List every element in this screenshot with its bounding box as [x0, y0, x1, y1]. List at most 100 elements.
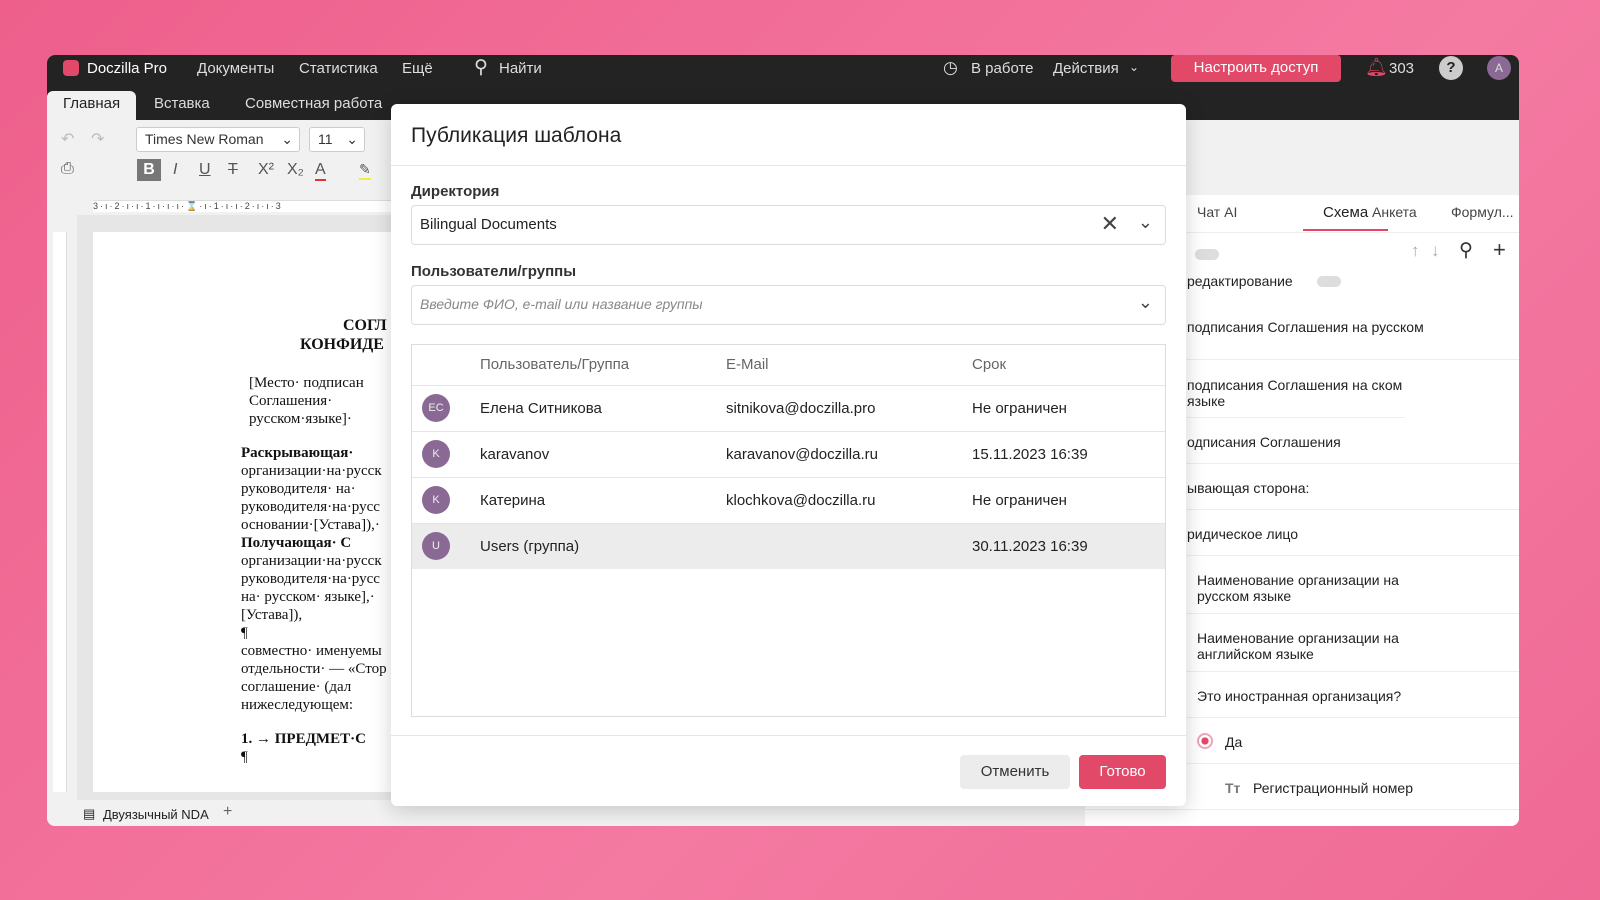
- subscript-button[interactable]: X₂: [287, 161, 304, 179]
- nav-more[interactable]: Ещё: [402, 60, 433, 77]
- arrow-up-icon[interactable]: ↑: [1411, 241, 1420, 261]
- add-icon[interactable]: +: [1493, 237, 1506, 263]
- font-select[interactable]: Times New Roman ⌄: [136, 127, 300, 152]
- redo-icon[interactable]: ↷: [91, 129, 104, 149]
- doc-line: основании·[Устава]),·: [241, 517, 380, 533]
- font-value: Times New Roman: [145, 131, 264, 147]
- term: 15.11.2023 16:39: [972, 446, 1088, 463]
- undo-icon[interactable]: ↶: [61, 129, 74, 149]
- size-select[interactable]: 11 ⌄: [309, 127, 365, 152]
- configure-access-button[interactable]: Настроить доступ: [1171, 55, 1341, 82]
- document-icon: ▤: [83, 806, 96, 821]
- text-type-icon: Tт: [1225, 780, 1241, 796]
- nav-documents[interactable]: Документы: [197, 60, 274, 77]
- directory-select[interactable]: Bilingual Documents ✕ ⌄: [411, 205, 1166, 245]
- tab-insert[interactable]: Вставка: [154, 95, 210, 112]
- horizontal-ruler[interactable]: 3·ı·2·ı·ı·1·ı·ı·ı·⌛·ı·1·ı·ı·2·ı·ı·3: [93, 200, 393, 212]
- done-button[interactable]: Готово: [1079, 755, 1166, 789]
- directory-label: Директория: [411, 183, 500, 200]
- user-name: karavanov: [480, 446, 550, 463]
- chevron-down-icon: ⌄: [346, 131, 358, 147]
- doc-line: 1. → ПРЕДМЕТ·С: [241, 731, 366, 747]
- user-email: klochkova@doczilla.ru: [726, 492, 876, 509]
- actions-menu[interactable]: Действия: [1053, 60, 1119, 77]
- size-value: 11: [318, 131, 333, 147]
- dialog-title: Публикация шаблона: [411, 124, 622, 147]
- divider: [391, 165, 1186, 166]
- add-tab-icon[interactable]: +: [223, 803, 232, 821]
- bold-button[interactable]: B: [137, 159, 161, 181]
- vertical-ruler[interactable]: [53, 232, 67, 792]
- search-icon[interactable]: ⚲: [474, 56, 488, 79]
- cancel-button[interactable]: Отменить: [960, 755, 1070, 789]
- clear-icon[interactable]: ✕: [1101, 211, 1119, 237]
- print-icon[interactable]: ⎙: [61, 160, 74, 178]
- doc-line: организации·на·русск: [241, 463, 382, 479]
- column-header[interactable]: Срок: [972, 345, 1006, 385]
- user-name: Users (группа): [480, 538, 580, 555]
- publish-template-dialog: Публикация шаблона Директория Bilingual …: [391, 104, 1186, 806]
- doc-line: ¶: [241, 625, 248, 641]
- doc-line: отдельности· — «Стор: [241, 661, 387, 677]
- strikethrough-button[interactable]: T: [228, 161, 238, 179]
- chevron-down-icon[interactable]: ⌄: [1138, 212, 1153, 233]
- help-icon[interactable]: ?: [1439, 56, 1463, 80]
- doc-line: руководителя·на·русс: [241, 571, 380, 587]
- column-header[interactable]: Пользователь/Группа: [480, 345, 629, 385]
- font-color-button[interactable]: A: [315, 161, 326, 181]
- tab-chat-ai[interactable]: Чат AI: [1197, 204, 1237, 220]
- nav-statistics[interactable]: Статистика: [299, 60, 378, 77]
- term: Не ограничен: [972, 400, 1067, 417]
- table-row[interactable]: Kkaravanov karavanov@doczilla.ru 15.11.202…: [412, 431, 1165, 477]
- doc-line: [Устава]),: [241, 607, 303, 623]
- highlight-icon[interactable]: ✎: [359, 161, 371, 180]
- edit-toggle[interactable]: [1317, 276, 1341, 287]
- toggle[interactable]: [1195, 249, 1219, 260]
- doc-line: нижеследующем:: [241, 697, 354, 713]
- users-input[interactable]: Введите ФИО, e-mail или название группы …: [411, 285, 1166, 325]
- user-name: Катерина: [480, 492, 546, 509]
- tab-questionnaire[interactable]: Анкета: [1372, 204, 1417, 220]
- doc-title-1: СОГЛ: [343, 317, 387, 334]
- document-tab[interactable]: Двуязычный NDA: [103, 807, 209, 822]
- term: 30.11.2023 16:39: [972, 538, 1088, 555]
- radio-label: Да: [1225, 734, 1243, 750]
- search-icon[interactable]: ⚲: [1459, 239, 1473, 262]
- divider: [391, 735, 1186, 736]
- column-header[interactable]: E-Mail: [726, 345, 769, 385]
- doc-body: [Место· подписан Соглашения· русском·языке…: [93, 374, 393, 766]
- document-page[interactable]: СОГЛ КОНФИДЕ [Место· подписан Соглашения·…: [93, 232, 393, 792]
- chevron-down-icon[interactable]: ⌄: [1138, 292, 1153, 313]
- doc-line: русском·языке]·: [249, 411, 352, 427]
- tab-collaboration[interactable]: Совместная работа: [245, 95, 382, 112]
- doc-title-2: КОНФИДЕ: [300, 336, 384, 353]
- underline-button[interactable]: U: [199, 161, 211, 179]
- table-row[interactable]: U Users (группа) 30.11.2023 16:39: [412, 523, 1165, 569]
- table-row[interactable]: ЕС Елена Ситникова sitnikova@doczilla.pro Н…: [412, 385, 1165, 431]
- notification-count: 303: [1389, 60, 1415, 77]
- superscript-button[interactable]: X²: [258, 161, 274, 179]
- bell-icon[interactable]: 🔔︎: [1365, 57, 1388, 78]
- italic-button[interactable]: I: [173, 161, 177, 179]
- arrow-down-icon[interactable]: ↓: [1431, 241, 1440, 261]
- search-button[interactable]: Найти: [499, 60, 542, 77]
- doc-line: [Место· подписан: [249, 375, 364, 391]
- edit-label: редактирование: [1187, 273, 1293, 289]
- chevron-down-icon: ⌄: [1129, 60, 1140, 74]
- avatar: ЕС: [422, 394, 450, 422]
- brand: Doczilla Pro: [87, 60, 168, 77]
- doc-line: соглашение· (дал: [241, 679, 352, 695]
- user-name: Елена Ситникова: [480, 400, 602, 417]
- users-label: Пользователи/группы: [411, 263, 577, 280]
- table-row[interactable]: K Катерина klochkova@doczilla.ru Не огранич…: [412, 477, 1165, 523]
- doc-line: ¶: [241, 749, 248, 765]
- tab-home[interactable]: Главная: [63, 95, 120, 112]
- avatar[interactable]: A: [1487, 56, 1511, 80]
- directory-value: Bilingual Documents: [420, 216, 557, 233]
- tab-formulas[interactable]: Формул...: [1451, 204, 1514, 220]
- term: Не ограничен: [972, 492, 1067, 509]
- status[interactable]: В работе: [971, 60, 1034, 77]
- users-table: Пользователь/Группа E-Mail Срок ЕС Елена …: [411, 344, 1166, 717]
- doc-line: руководителя· на·: [241, 481, 356, 497]
- doc-line: руководителя·на·русс: [241, 499, 380, 515]
